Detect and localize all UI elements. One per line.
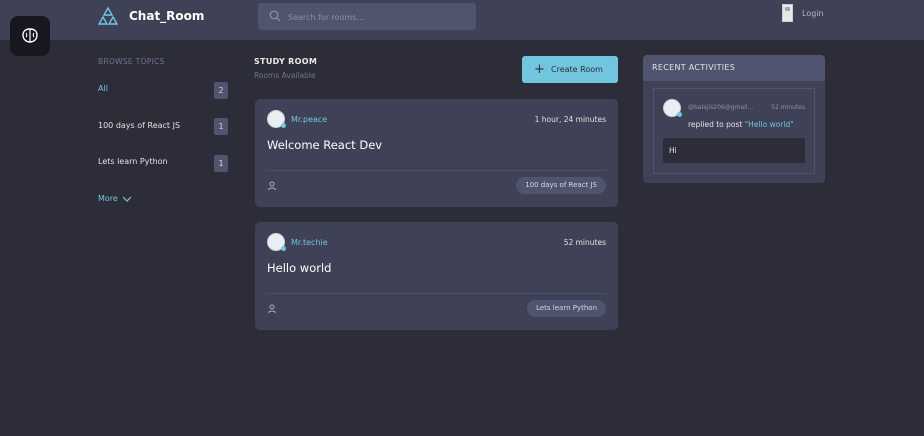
search-box[interactable] xyxy=(258,3,476,30)
login-link[interactable]: Login xyxy=(802,9,824,18)
rooms-available-text: Rooms Available xyxy=(254,71,316,80)
activity-time: 52 minutes xyxy=(771,104,805,111)
topic-python[interactable]: Lets learn Python xyxy=(98,157,168,166)
topics-heading: BROWSE TOPICS xyxy=(98,57,165,66)
room-time: 52 minutes xyxy=(563,238,606,247)
logo-icon[interactable] xyxy=(98,7,118,27)
activity-action-text: replied to post xyxy=(688,120,743,129)
search-input[interactable] xyxy=(286,8,470,27)
room-title[interactable]: Welcome React Dev xyxy=(267,138,382,152)
brain-badge[interactable] xyxy=(10,16,50,56)
card-divider xyxy=(267,170,606,171)
login-avatar[interactable] xyxy=(782,4,793,22)
recent-activities-heading: RECENT ACTIVITIES xyxy=(643,55,825,81)
create-room-button[interactable]: + Create Room xyxy=(522,56,618,83)
plus-icon: + xyxy=(534,62,545,77)
activity-user-email[interactable]: @balajis206@gmail... xyxy=(688,104,753,111)
search-icon xyxy=(269,10,281,22)
activity-action: replied to post "Hello world" xyxy=(688,120,794,129)
card-divider xyxy=(267,293,606,294)
topic-count: 1 xyxy=(214,155,228,172)
more-topics-link[interactable]: More xyxy=(98,194,132,203)
avatar[interactable] xyxy=(267,110,286,128)
online-indicator xyxy=(677,112,682,117)
topic-count: 2 xyxy=(214,82,228,99)
activity-message: Hi xyxy=(663,138,805,163)
room-host-link[interactable]: Mr.techie xyxy=(291,238,328,247)
study-room-heading: STUDY ROOM xyxy=(254,57,318,66)
topic-count: 1 xyxy=(214,118,228,135)
activity-post-link[interactable]: "Hello world" xyxy=(745,120,794,129)
chevron-down-icon xyxy=(122,196,132,202)
activity-item: @balajis206@gmail... 52 minutes replied … xyxy=(653,88,815,174)
user-icon xyxy=(268,304,276,314)
avatar[interactable] xyxy=(267,233,286,251)
user-icon xyxy=(268,181,276,191)
top-header: Chat_Room Login xyxy=(0,0,924,40)
room-card[interactable]: Mr.techie 52 minutes Hello world Lets le… xyxy=(255,222,618,330)
room-time: 1 hour, 24 minutes xyxy=(534,115,606,124)
recent-activities-title: RECENT ACTIVITIES xyxy=(652,63,736,72)
more-label: More xyxy=(98,194,118,203)
online-indicator xyxy=(281,246,286,251)
recent-activities-panel: RECENT ACTIVITIES @balajis206@gmail... 5… xyxy=(643,55,825,183)
online-indicator xyxy=(281,123,286,128)
room-card[interactable]: Mr.peace 1 hour, 24 minutes Welcome Reac… xyxy=(255,99,618,207)
room-topic-tag[interactable]: 100 days of React JS xyxy=(516,177,606,194)
avatar[interactable] xyxy=(663,99,682,117)
brain-icon xyxy=(22,28,38,43)
create-room-label: Create Room xyxy=(551,65,603,74)
room-title[interactable]: Hello world xyxy=(267,261,331,275)
room-topic-tag[interactable]: Lets learn Python xyxy=(527,300,606,317)
topic-react[interactable]: 100 days of React JS xyxy=(98,121,180,130)
room-host-link[interactable]: Mr.peace xyxy=(291,115,327,124)
topic-all[interactable]: All xyxy=(98,84,108,93)
activity-message-text: Hi xyxy=(669,146,677,155)
app-title[interactable]: Chat_Room xyxy=(129,9,204,23)
